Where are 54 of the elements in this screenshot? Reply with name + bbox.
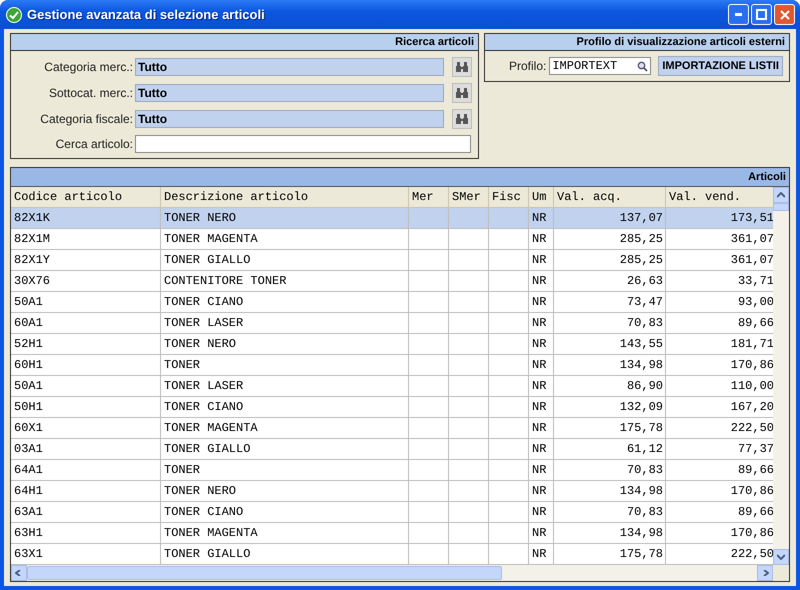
- app-icon: [6, 6, 22, 22]
- lookup-field[interactable]: Tutto: [135, 58, 444, 76]
- table-row[interactable]: 64A1 TONER NR 70,83 89,66: [11, 460, 773, 481]
- table-row[interactable]: 82X1K TONER NERO NR 137,07 173,51: [11, 208, 773, 229]
- vertical-scrollbar[interactable]: [773, 187, 789, 565]
- lookup-button[interactable]: [452, 57, 472, 77]
- lookup-button[interactable]: [452, 83, 472, 103]
- table-row[interactable]: 60H1 TONER NR 134,98 170,86: [11, 355, 773, 376]
- table-row[interactable]: 63H1 TONER MAGENTA NR 134,98 170,86: [11, 523, 773, 544]
- window-title: Gestione avanzata di selezione articoli: [27, 7, 266, 22]
- lookup-button[interactable]: [452, 109, 472, 129]
- scrollbar-thumb[interactable]: [773, 203, 789, 211]
- table-row[interactable]: 30X76 CONTENITORE TONER NR 26,63 33,71: [11, 271, 773, 292]
- table-row[interactable]: 50A1 TONER CIANO NR 73,47 93,00: [11, 292, 773, 313]
- lookup-field[interactable]: Tutto: [135, 84, 444, 102]
- horizontal-scrollbar[interactable]: [11, 565, 789, 581]
- scroll-left-button[interactable]: [11, 565, 27, 581]
- scroll-down-button[interactable]: [773, 549, 789, 565]
- table-row[interactable]: 60X1 TONER MAGENTA NR 175,78 222,50: [11, 418, 773, 439]
- binoculars-icon: [455, 61, 470, 73]
- minimize-button[interactable]: [728, 4, 749, 25]
- field-label: Categoria merc.:: [43, 60, 133, 74]
- field-label: Cerca articolo:: [54, 137, 133, 151]
- field-label: Sottocat. merc.:: [48, 86, 133, 100]
- scroll-right-button[interactable]: [757, 565, 773, 581]
- table-row[interactable]: 52H1 TONER NERO NR 143,55 181,71: [11, 334, 773, 355]
- maximize-icon: [756, 9, 767, 20]
- binoculars-icon: [455, 87, 470, 99]
- table-row[interactable]: 63X1 TONER GIALLO NR 175,78 222,50: [11, 544, 773, 565]
- close-icon: [780, 10, 790, 20]
- table-row[interactable]: 63A1 TONER CIANO NR 70,83 89,66: [11, 502, 773, 523]
- scrollbar-thumb[interactable]: [27, 566, 502, 580]
- grid-title: Articoli: [748, 171, 786, 183]
- maximize-button[interactable]: [751, 4, 772, 25]
- table-row[interactable]: 82X1Y TONER GIALLO NR 285,25 361,07: [11, 250, 773, 271]
- panel-title: Profilo di visualizzazione articoli esterni: [576, 36, 785, 48]
- table-row[interactable]: 50H1 TONER CIANO NR 132,09 167,20: [11, 397, 773, 418]
- profile-field[interactable]: IMPORTEXT: [549, 57, 652, 75]
- table-row[interactable]: 50A1 TONER LASER NR 86,90 110,00: [11, 376, 773, 397]
- binoculars-icon: [455, 113, 470, 125]
- field-label: Profilo:: [509, 59, 546, 73]
- panel-title: Ricerca articoli: [395, 36, 474, 48]
- search-icon: [637, 60, 648, 72]
- table-row[interactable]: 60A1 TONER LASER NR 70,83 89,66: [11, 313, 773, 334]
- input-field[interactable]: [135, 135, 471, 153]
- table-row[interactable]: 82X1M TONER MAGENTA NR 285,25 361,07: [11, 229, 773, 250]
- table-row[interactable]: 64H1 TONER NERO NR 134,98 170,86: [11, 481, 773, 502]
- lookup-field[interactable]: Tutto: [135, 110, 444, 128]
- scroll-up-button[interactable]: [773, 187, 789, 203]
- field-label: Categoria fiscale:: [39, 112, 133, 126]
- minimize-icon: [734, 13, 742, 16]
- import-button[interactable]: IMPORTAZIONE LISTII: [658, 56, 783, 76]
- close-button[interactable]: [774, 4, 795, 25]
- table-row[interactable]: 03A1 TONER GIALLO NR 61,12 77,37: [11, 439, 773, 460]
